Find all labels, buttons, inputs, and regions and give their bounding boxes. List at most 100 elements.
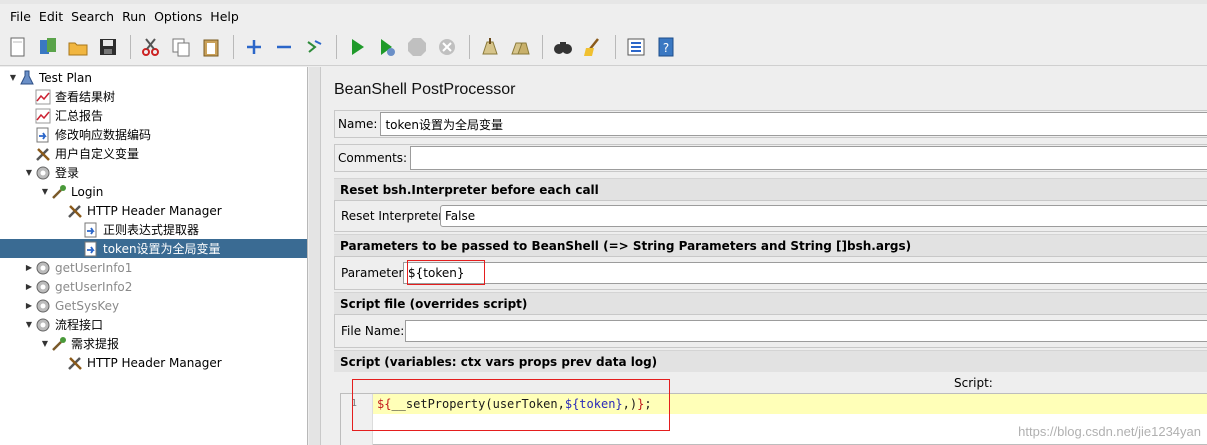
start-icon[interactable]	[343, 33, 371, 61]
tree-item[interactable]: ▼ Login	[0, 182, 307, 201]
expanded-twisty-icon[interactable]: ▼	[8, 73, 18, 82]
clear-all-icon[interactable]	[506, 33, 534, 61]
processor-icon	[82, 241, 100, 257]
script-file-section-header: Script file (overrides script)	[334, 292, 1207, 314]
params-row: Parameters ${token}	[334, 256, 1207, 290]
line-number-gutter: 1	[341, 394, 373, 445]
search-icon[interactable]	[549, 33, 577, 61]
reset-row: Reset Interpreter: False	[334, 200, 1207, 232]
templates-icon[interactable]	[34, 33, 62, 61]
collapsed-twisty-icon[interactable]: ▶	[24, 301, 34, 310]
expanded-twisty-icon[interactable]: ▼	[24, 320, 34, 329]
clear-icon[interactable]	[476, 33, 504, 61]
function-helper-icon[interactable]	[622, 33, 650, 61]
script-section-header: Script (variables: ctx vars props prev d…	[334, 350, 1207, 372]
tree-item-label: 用户自定义变量	[55, 147, 140, 161]
comments-field[interactable]	[410, 146, 1207, 170]
toggle-icon[interactable]	[300, 33, 328, 61]
tree-item-label: HTTP Header Manager	[87, 203, 222, 218]
reset-search-icon[interactable]	[579, 33, 607, 61]
code-token: }	[637, 397, 645, 411]
tree-item[interactable]: HTTP Header Manager	[0, 353, 307, 372]
sampler-icon	[50, 336, 68, 352]
tree-item[interactable]: 修改响应数据编码	[0, 125, 307, 144]
collapse-icon[interactable]	[270, 33, 298, 61]
toolbar-separator	[615, 34, 616, 59]
tree-item-label: token设置为全局变量	[103, 242, 221, 256]
tree-item[interactable]: ▶ getUserInfo1	[0, 258, 307, 277]
line-number: 1	[351, 398, 358, 409]
tree-item-label: 需求提报	[71, 337, 120, 351]
save-icon[interactable]	[94, 33, 122, 61]
menu-search[interactable]: Search	[67, 9, 118, 24]
help-icon[interactable]: ?	[652, 33, 680, 61]
tree-item[interactable]: 汇总报告	[0, 106, 307, 125]
expanded-twisty-icon[interactable]: ▼	[24, 168, 34, 177]
reset-interpreter-label: Reset Interpreter:	[341, 209, 448, 223]
tree-item[interactable]: 查看结果树	[0, 87, 307, 106]
file-name-row: File Name:	[334, 314, 1207, 348]
watermark: https://blog.csdn.net/jie1234yan	[1018, 424, 1201, 439]
toolbar-separator	[469, 34, 470, 59]
tree-item-label: getUserInfo2	[55, 279, 133, 294]
test-plan-tree[interactable]: ▼ Test Plan 查看结果树汇总报告修改响应数据编码 用户自定义变量 ▼ 登录 ▼ Lo…	[0, 67, 308, 445]
code-token: ${	[377, 397, 392, 411]
sampler-icon	[50, 184, 68, 200]
tree-item-label: getUserInfo1	[55, 260, 133, 275]
reset-interpreter-value: False	[445, 209, 476, 223]
reset-section-header: Reset bsh.Interpreter before each call	[334, 178, 1207, 200]
tree-item-label: GetSysKey	[55, 298, 120, 313]
tree-item[interactable]: ▼ Test Plan	[0, 68, 307, 87]
split-pane-divider[interactable]	[309, 67, 321, 445]
tree-item[interactable]: HTTP Header Manager	[0, 201, 307, 220]
comments-row: Comments:	[334, 144, 1207, 172]
test-plan-icon	[18, 70, 36, 86]
listener-icon	[34, 108, 52, 124]
thread-group-icon	[34, 279, 52, 295]
tree-item[interactable]: ▶ GetSysKey	[0, 296, 307, 315]
tree-item[interactable]: ▼ 流程接口	[0, 315, 307, 334]
tree-item[interactable]: ▼ 登录	[0, 163, 307, 182]
menu-edit[interactable]: Edit	[35, 9, 67, 24]
tree-item[interactable]: ▶ getUserInfo2	[0, 277, 307, 296]
tree-item[interactable]: token设置为全局变量	[0, 239, 307, 258]
reset-interpreter-select[interactable]: False	[440, 205, 1207, 227]
menu-run[interactable]: Run	[118, 9, 150, 24]
toolbar-separator	[233, 34, 234, 59]
new-icon[interactable]	[4, 33, 32, 61]
cut-icon[interactable]	[137, 33, 165, 61]
expand-icon[interactable]	[240, 33, 268, 61]
config-icon	[66, 203, 84, 219]
shutdown-icon[interactable]	[433, 33, 461, 61]
menu-file[interactable]: File	[6, 9, 35, 24]
tree-item-label: 修改响应数据编码	[55, 128, 152, 142]
tree-item-label: 查看结果树	[55, 90, 116, 104]
name-field[interactable]: token设置为全局变量	[380, 112, 1207, 136]
start-no-pauses-icon[interactable]	[373, 33, 401, 61]
parameters-field[interactable]: ${token}	[403, 262, 1207, 284]
processor-icon	[82, 222, 100, 238]
toolbar: ?	[0, 28, 1207, 66]
paste-icon[interactable]	[197, 33, 225, 61]
params-section-header: Parameters to be passed to BeanShell (=>…	[334, 234, 1207, 256]
tree-item[interactable]: 用户自定义变量	[0, 144, 307, 163]
parameters-label: Parameters	[341, 266, 410, 280]
copy-icon[interactable]	[167, 33, 195, 61]
menu-options[interactable]: Options	[150, 9, 206, 24]
tree-item[interactable]: ▼ 需求提报	[0, 334, 307, 353]
code-line[interactable]: ${__setProperty(userToken, ${token},)};	[373, 394, 1207, 414]
open-icon[interactable]	[64, 33, 92, 61]
tree-item-label: HTTP Header Manager	[87, 355, 222, 370]
thread-group-icon	[34, 298, 52, 314]
code-token: __setProperty(userToken,	[391, 397, 565, 411]
collapsed-twisty-icon[interactable]: ▶	[24, 263, 34, 272]
stop-icon[interactable]	[403, 33, 431, 61]
expanded-twisty-icon[interactable]: ▼	[40, 187, 50, 196]
file-name-field[interactable]	[405, 320, 1207, 342]
config-icon	[34, 146, 52, 162]
menu-help[interactable]: Help	[206, 9, 243, 24]
collapsed-twisty-icon[interactable]: ▶	[24, 282, 34, 291]
expanded-twisty-icon[interactable]: ▼	[40, 339, 50, 348]
script-label: Script:	[954, 376, 993, 390]
tree-item[interactable]: 正则表达式提取器	[0, 220, 307, 239]
